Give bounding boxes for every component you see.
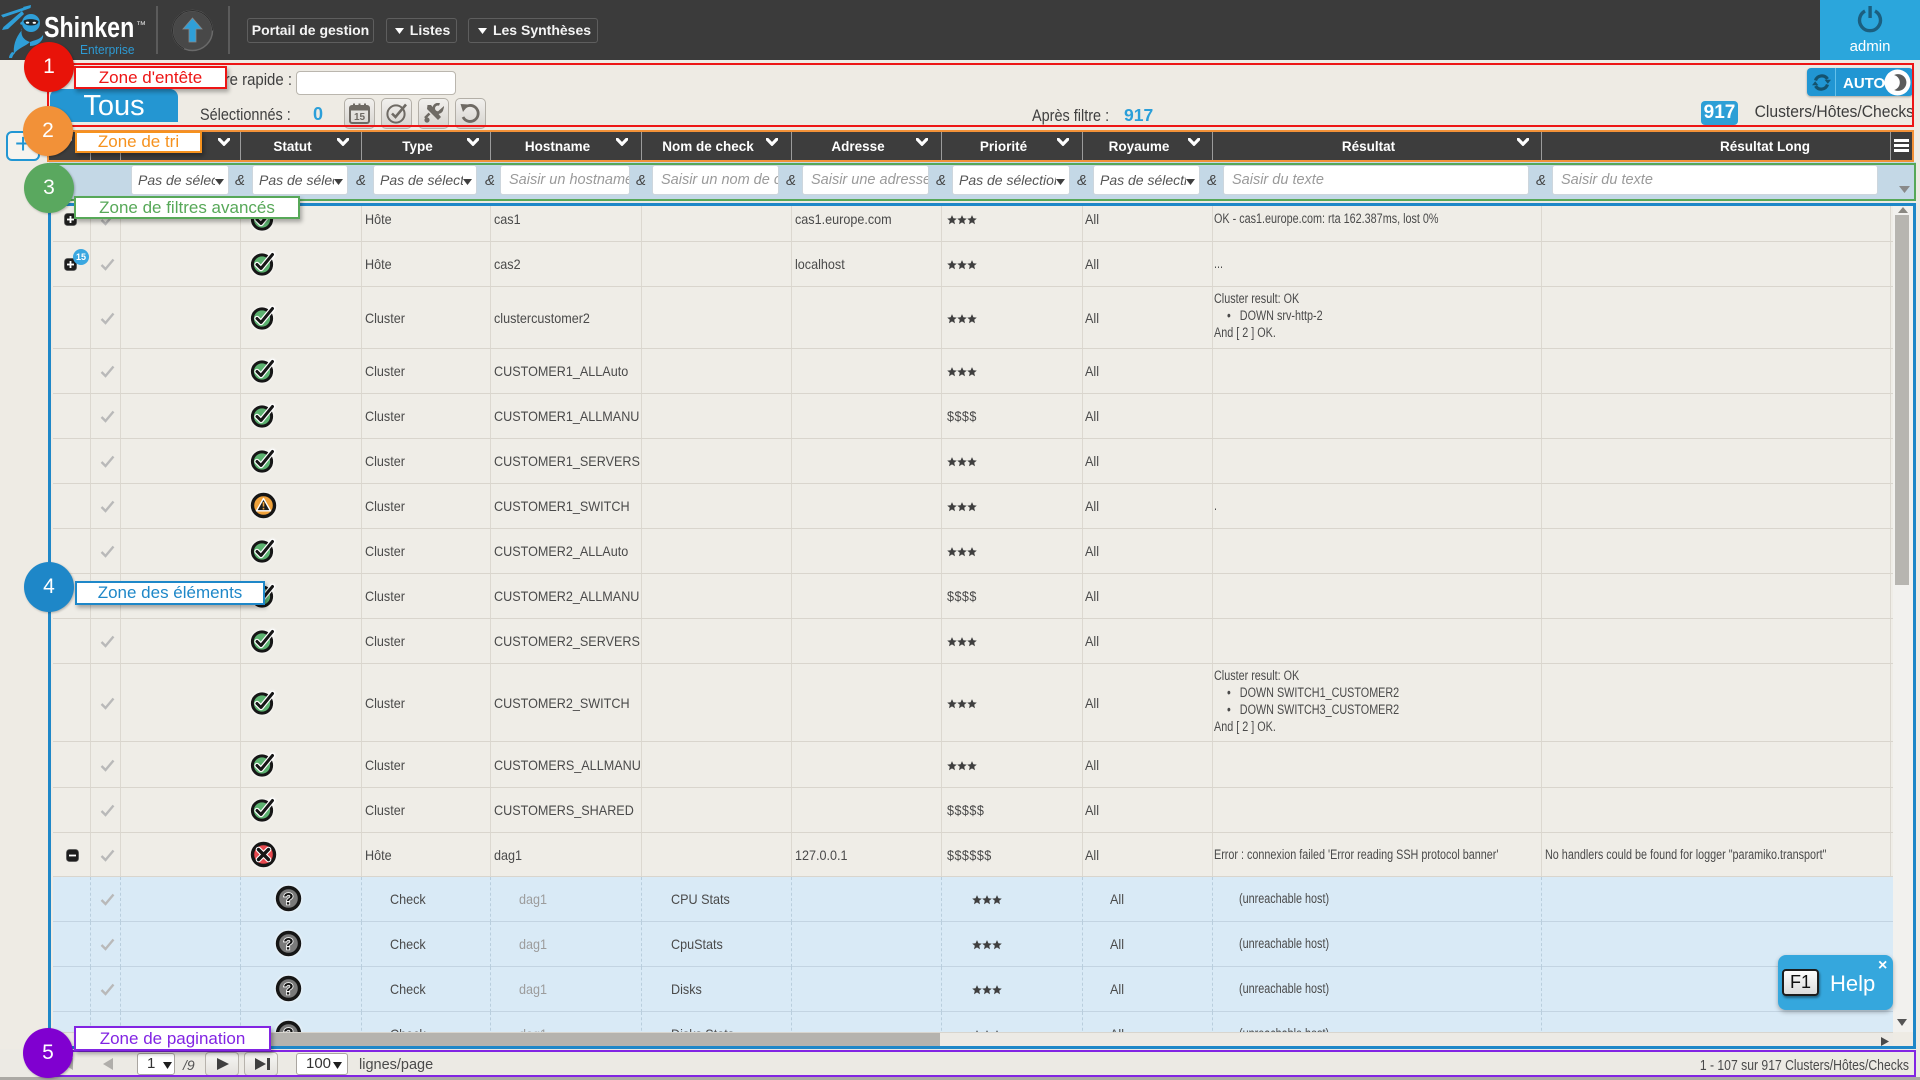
svg-text:?: ? — [283, 935, 293, 954]
svg-text:?: ? — [283, 1025, 293, 1033]
svg-text:15: 15 — [354, 112, 366, 123]
svg-text:?: ? — [283, 980, 293, 999]
svg-text:?: ? — [283, 890, 293, 909]
